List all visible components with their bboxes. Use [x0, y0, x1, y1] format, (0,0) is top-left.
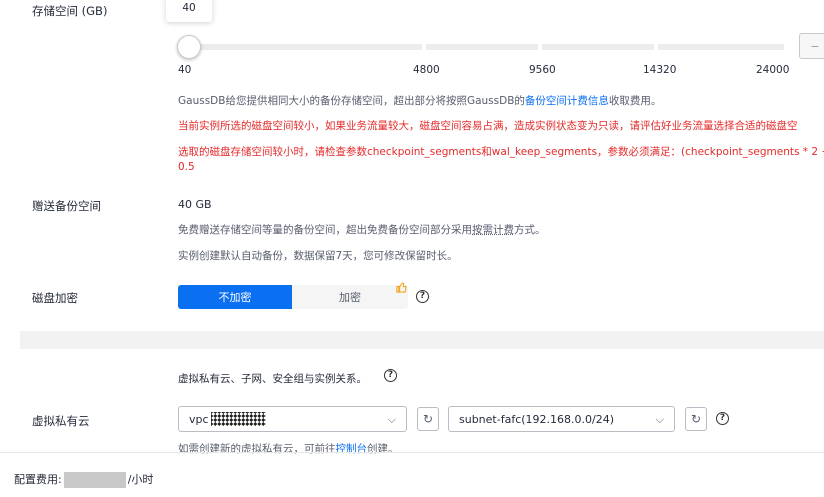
vpc-refresh-icon[interactable]: ↻: [417, 407, 439, 431]
vpc-label: 虚拟私有云: [32, 414, 90, 428]
chevron-down-icon: ⌵: [387, 413, 396, 426]
vpc-hint-suffix: 创建。: [367, 443, 399, 455]
vpc-select[interactable]: vpc ⌵: [178, 406, 407, 432]
subnet-select[interactable]: subnet-fafc(192.168.0.0/24) ⌵: [448, 406, 675, 432]
slider-track-1[interactable]: [188, 44, 422, 50]
subnet-refresh-icon[interactable]: ↻: [685, 407, 707, 431]
thumbs-up-icon: [396, 282, 407, 296]
warning-disk-small: 当前实例所选的磁盘空间较小，如果业务流量较大，磁盘空间容易占满，造成实例状态变为…: [178, 120, 798, 132]
storage-label: 存储空间 (GB): [32, 4, 108, 18]
fee-summary: 配置费用: /小时: [14, 471, 153, 488]
slider-track-3[interactable]: [542, 44, 654, 50]
section-divider: [20, 331, 824, 349]
encryption-label: 磁盘加密: [32, 291, 78, 305]
backup-billing-link[interactable]: 备份空间计费信息: [525, 95, 609, 107]
tick-label: 40: [178, 64, 192, 76]
backup-retention-note: 实例创建默认自动备份，数据保留7天，您可修改保留时长。: [178, 250, 458, 262]
tick-label: 9560: [529, 64, 556, 76]
warning-checkpoint: 选取的磁盘存储空间较小时，请检查参数checkpoint_segments和wa…: [178, 146, 824, 158]
chevron-down-icon: ⌵: [655, 413, 664, 426]
storage-slider-thumb[interactable]: [177, 35, 201, 59]
subnet-select-value: subnet-fafc(192.168.0.0/24): [459, 412, 615, 426]
slider-value-tooltip: 40: [166, 0, 212, 22]
network-intro: 虚拟私有云、子网、安全组与实例关系。: [178, 373, 367, 385]
backup-desc-suffix: 方式。: [514, 224, 546, 236]
masked-vpc-name: [210, 412, 266, 426]
no-encryption-option[interactable]: 不加密: [178, 285, 292, 309]
slider-track-4[interactable]: [658, 44, 784, 50]
footer-divider: [0, 452, 824, 453]
encryption-option[interactable]: 加密: [292, 285, 408, 309]
encryption-help-icon[interactable]: ?: [416, 290, 429, 303]
decrement-button[interactable]: −: [799, 33, 824, 59]
slider-track-2[interactable]: [426, 44, 538, 50]
console-link[interactable]: 控制台: [336, 443, 368, 455]
subnet-help-icon[interactable]: ?: [716, 412, 729, 425]
vpc-hint-text: 如需创建新的虚拟私有云，可前往: [178, 443, 336, 455]
backup-value: 40 GB: [178, 198, 212, 211]
tick-label: 14320: [643, 64, 677, 76]
vpc-select-value: vpc: [189, 412, 209, 426]
fee-unit: /小时: [127, 473, 154, 486]
fee-label: 配置费用:: [14, 473, 62, 486]
masked-fee-value: [63, 472, 126, 488]
backup-desc-text: 免费赠送存储空间等量的备份空间，超出免费备份空间部分采用: [178, 224, 472, 236]
on-demand-billing-link[interactable]: 按需计费: [472, 224, 514, 236]
network-help-icon[interactable]: ?: [384, 369, 397, 382]
storage-description: GaussDB给您提供相同大小的备份存储空间，超出部分将按照GaussDB的备份…: [178, 93, 661, 108]
tick-label: 24000: [756, 64, 790, 76]
tick-label: 4800: [413, 64, 440, 76]
backup-label: 赠送备份空间: [32, 199, 101, 213]
storage-desc-suffix: 收取费用。: [608, 95, 662, 107]
backup-description: 免费赠送存储空间等量的备份空间，超出免费备份空间部分采用按需计费方式。: [178, 222, 546, 237]
storage-desc-text: GaussDB给您提供相同大小的备份存储空间，超出部分将按照GaussDB的: [178, 95, 525, 107]
vpc-hint: 如需创建新的虚拟私有云，可前往控制台创建。: [178, 441, 399, 456]
warning-checkpoint-cont: 0.5: [178, 161, 195, 173]
